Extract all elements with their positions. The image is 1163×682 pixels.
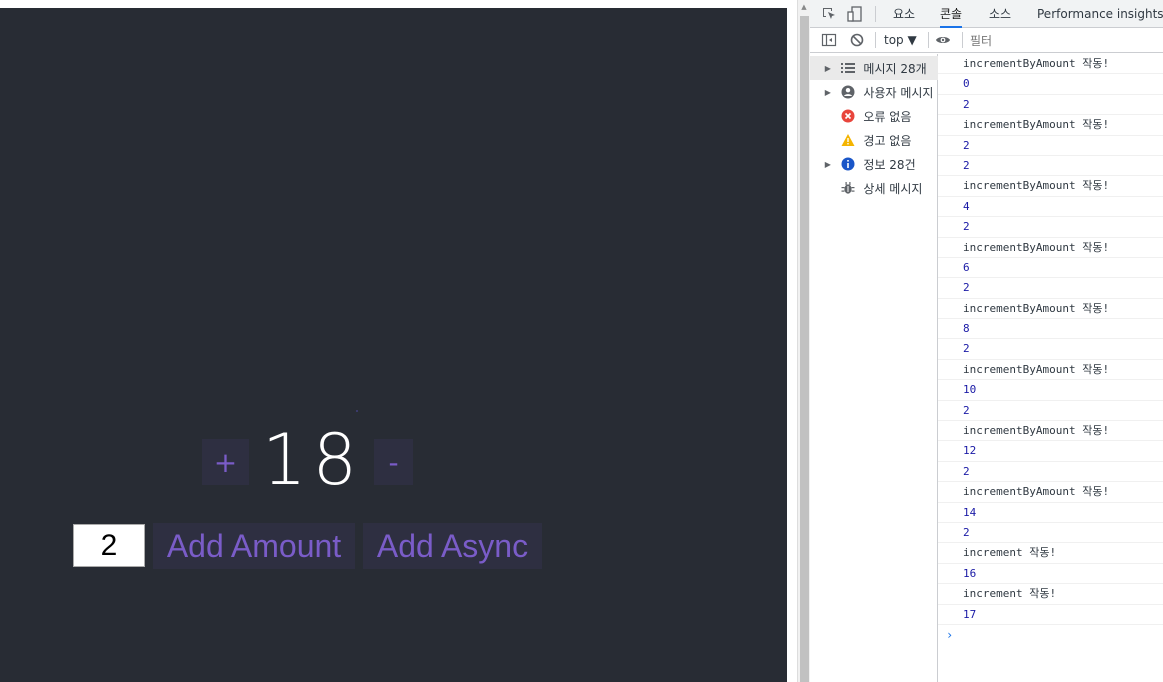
console-sidebar: ▶ 메시지 28개 ▶ 사용자 메시지 오류 없음 경고 없음 ▶ 정보 28건… xyxy=(810,54,938,682)
console-log-row: 8 xyxy=(938,319,1163,340)
console-log-row: 2 xyxy=(938,95,1163,116)
toolbar-divider xyxy=(875,6,876,22)
console-log-row: incrementByAmount 작동! xyxy=(938,299,1163,320)
console-log-row: incrementByAmount 작동! xyxy=(938,115,1163,136)
console-log-row: 2 xyxy=(938,523,1163,544)
console-log-row: 16 xyxy=(938,564,1163,585)
scroll-up-arrow-icon[interactable]: ▲ xyxy=(798,3,810,11)
panel-splitter[interactable] xyxy=(787,0,797,682)
sidebar-toggle-icon[interactable] xyxy=(821,32,837,48)
toolbar-divider xyxy=(875,32,876,48)
console-log-row: 10 xyxy=(938,380,1163,401)
console-log-row: 12 xyxy=(938,441,1163,462)
console-log-row: 17 xyxy=(938,605,1163,625)
console-log-row: increment 작동! xyxy=(938,543,1163,564)
increment-button[interactable]: + xyxy=(202,439,249,485)
tab-sources[interactable]: 소스 xyxy=(989,0,1011,28)
sidebar-item-verbose[interactable]: 상세 메시지 xyxy=(810,176,938,200)
add-amount-button[interactable]: Add Amount xyxy=(153,523,355,569)
console-log-row: incrementByAmount 작동! xyxy=(938,54,1163,75)
inspect-element-icon[interactable] xyxy=(821,6,837,22)
sidebar-item-user-messages[interactable]: ▶ 사용자 메시지 xyxy=(810,80,938,104)
sidebar-item-messages[interactable]: ▶ 메시지 28개 xyxy=(810,56,938,80)
decrement-button[interactable]: - xyxy=(374,439,413,485)
expand-arrow-icon[interactable]: ▶ xyxy=(820,64,836,73)
sidebar-item-errors[interactable]: 오류 없음 xyxy=(810,104,938,128)
console-log-row: increment 작동! xyxy=(938,584,1163,605)
expand-arrow-icon[interactable]: ▶ xyxy=(820,88,836,97)
device-toolbar-icon[interactable] xyxy=(847,6,863,22)
amount-input[interactable] xyxy=(73,524,145,567)
info-icon xyxy=(840,156,856,172)
clear-console-icon[interactable] xyxy=(849,32,865,48)
console-log-row: incrementByAmount 작동! xyxy=(938,360,1163,381)
sidebar-item-label: 메시지 28개 xyxy=(863,61,927,76)
stray-pixel xyxy=(356,410,358,412)
console-log-row: 2 xyxy=(938,136,1163,156)
console-log-row: 0 xyxy=(938,74,1163,95)
context-selector[interactable]: top ▼ xyxy=(884,33,917,47)
tab-performance-insights[interactable]: Performance insights xyxy=(1037,0,1163,28)
tab-console[interactable]: 콘솔 xyxy=(940,0,963,28)
warning-icon xyxy=(840,132,856,148)
console-log-row: 14 xyxy=(938,503,1163,523)
add-async-button[interactable]: Add Async xyxy=(363,523,542,569)
toolbar-divider xyxy=(962,32,963,48)
console-log-row: incrementByAmount 작동! xyxy=(938,421,1163,442)
sidebar-item-label: 사용자 메시지 xyxy=(863,85,934,100)
console-log-row: 2 xyxy=(938,217,1163,238)
app-viewport xyxy=(0,8,787,682)
sidebar-item-label: 상세 메시지 xyxy=(863,181,923,196)
toolbar-divider xyxy=(928,32,929,48)
console-prompt-icon[interactable]: › xyxy=(938,625,1163,645)
expand-arrow-icon[interactable]: ▶ xyxy=(820,160,836,169)
console-log-row: 2 xyxy=(938,401,1163,422)
console-log-row: 4 xyxy=(938,197,1163,218)
sidebar-item-label: 정보 28건 xyxy=(863,157,916,172)
console-log-row: incrementByAmount 작동! xyxy=(938,482,1163,503)
console-log-row: 2 xyxy=(938,462,1163,483)
sidebar-item-warnings[interactable]: 경고 없음 xyxy=(810,128,938,152)
sidebar-item-info[interactable]: ▶ 정보 28건 xyxy=(810,152,938,176)
user-icon xyxy=(840,84,856,100)
devtools-panel: 요소 콘솔 소스 Performance insights top ▼ ▶ 메시… xyxy=(810,0,1163,682)
viewport-top-strip xyxy=(0,0,797,8)
bug-icon xyxy=(840,180,856,196)
console-filter-input[interactable] xyxy=(970,31,1160,50)
page-scrollbar[interactable]: ▲ xyxy=(797,0,810,682)
sidebar-item-label: 경고 없음 xyxy=(863,133,912,148)
scrollbar-thumb[interactable] xyxy=(800,16,809,682)
console-log-list: incrementByAmount 작동! 0 2 incrementByAmount… xyxy=(938,54,1163,625)
console-log-area[interactable]: incrementByAmount 작동! 0 2 incrementByAmount… xyxy=(938,54,1163,682)
list-icon xyxy=(840,60,856,76)
console-toolbar: top ▼ xyxy=(810,28,1163,53)
console-log-row: incrementByAmount 작동! xyxy=(938,176,1163,197)
sidebar-item-label: 오류 없음 xyxy=(863,109,912,124)
console-log-row: 2 xyxy=(938,156,1163,177)
devtools-tabbar: 요소 콘솔 소스 Performance insights xyxy=(810,0,1163,28)
console-log-row: incrementByAmount 작동! xyxy=(938,238,1163,258)
console-log-row: 2 xyxy=(938,339,1163,360)
eye-icon[interactable] xyxy=(935,32,951,48)
counter-value: 18 xyxy=(262,419,364,501)
tab-elements[interactable]: 요소 xyxy=(893,0,915,28)
console-log-row: 2 xyxy=(938,278,1163,299)
error-icon xyxy=(840,108,856,124)
console-log-row: 6 xyxy=(938,258,1163,279)
